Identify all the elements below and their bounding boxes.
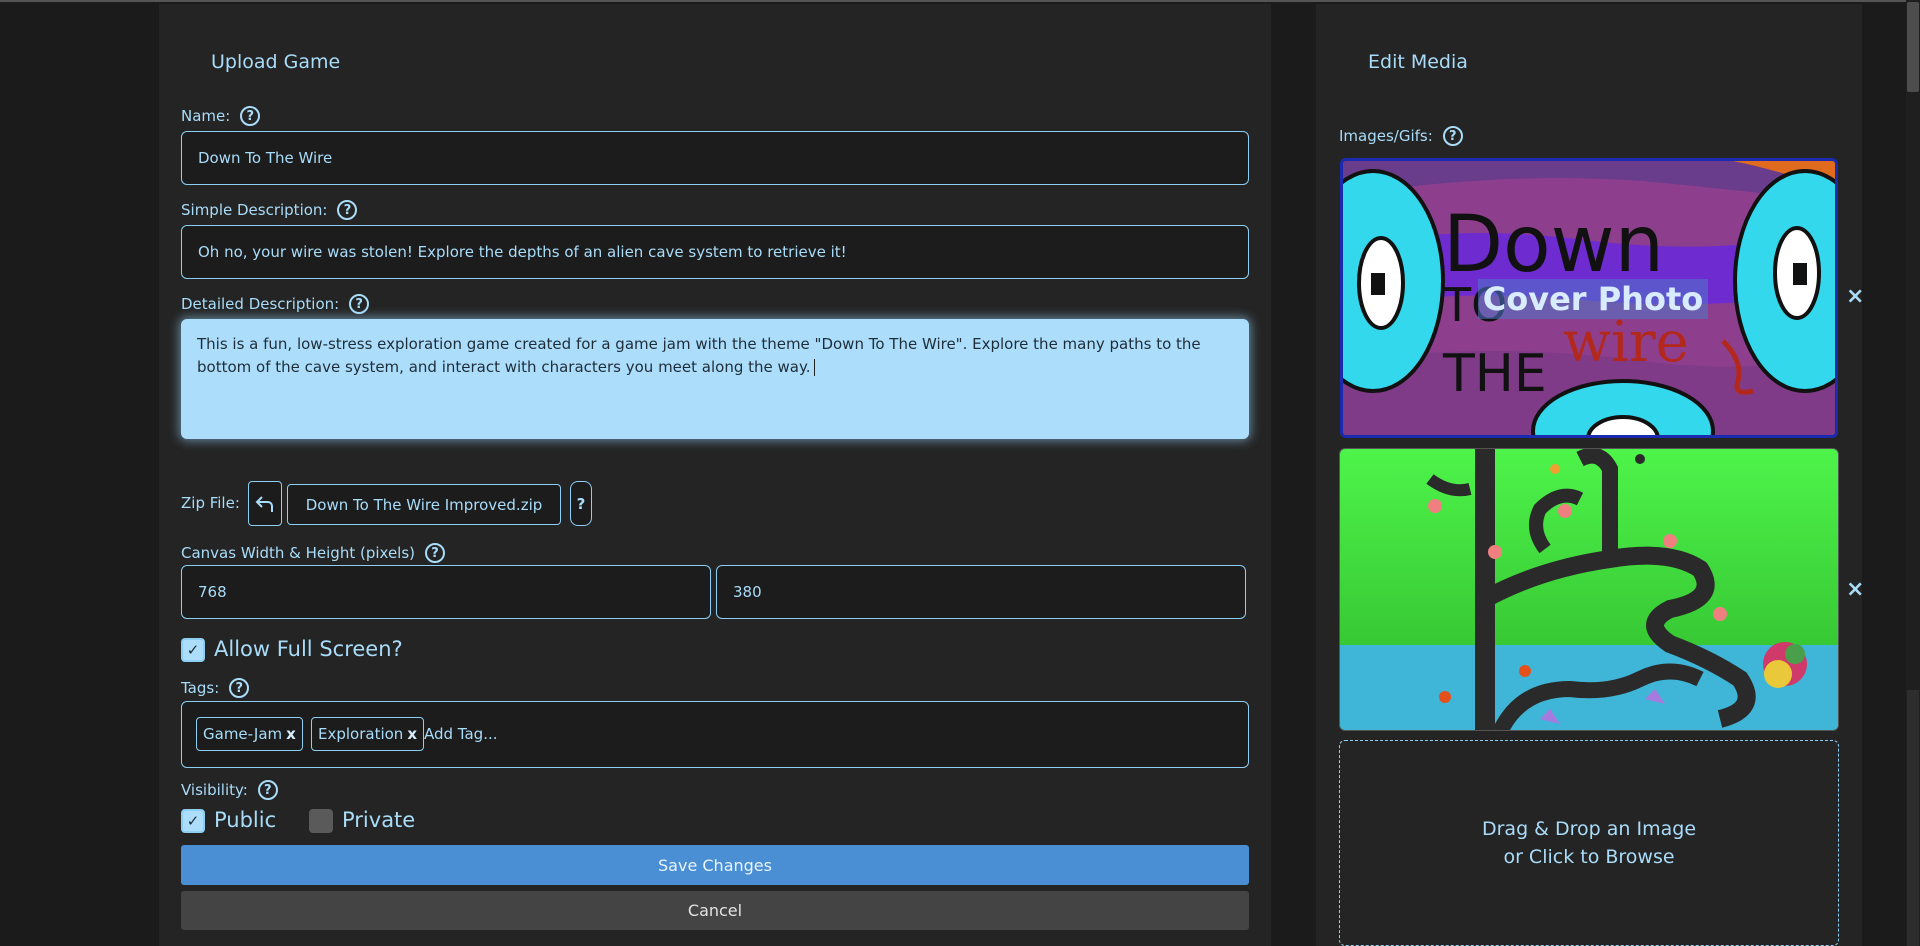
text-caret	[814, 359, 816, 376]
cover-photo-overlay: Cover Photo	[1478, 279, 1708, 319]
detailed-description-label-row: Detailed Description: ?	[181, 294, 370, 314]
gameplay-screenshot-image[interactable]	[1339, 448, 1839, 731]
dropzone-line1: Drag & Drop an Image	[1481, 818, 1697, 840]
tags-help-icon[interactable]: ?	[229, 678, 250, 698]
cover-the-text: THE	[1442, 344, 1547, 404]
simple-description-help-icon[interactable]: ?	[337, 200, 358, 220]
top-border	[0, 0, 1920, 2]
zip-upload-button[interactable]	[248, 481, 282, 526]
visibility-label-row: Visibility: ?	[181, 780, 278, 800]
tags-label: Tags:	[181, 679, 220, 697]
fullscreen-checkbox[interactable]: ✓	[181, 638, 205, 662]
simple-description-label-row: Simple Description: ?	[181, 200, 358, 220]
zip-file-label: Zip File:	[181, 494, 240, 512]
images-label: Images/Gifs:	[1339, 127, 1433, 145]
tag-label: Exploration	[318, 725, 404, 743]
cover-down-text: Down	[1443, 200, 1664, 290]
remove-gameplay-image-icon[interactable]: ×	[1846, 577, 1864, 602]
zip-filename[interactable]: Down To The Wire Improved.zip	[287, 484, 561, 525]
tag-game-jam: Game-Jam x	[196, 717, 303, 751]
tag-exploration: Exploration x	[311, 717, 424, 751]
gameplay-art	[1340, 449, 1838, 730]
tags-label-row: Tags: ?	[181, 678, 250, 698]
scrollbar-thumb[interactable]	[1907, 2, 1919, 92]
zip-help-button[interactable]: ?	[570, 481, 592, 526]
cover-wire-text: wire	[1563, 310, 1689, 375]
canvas-size-label: Canvas Width & Height (pixels)	[181, 544, 416, 562]
tag-label: Game-Jam	[203, 725, 283, 743]
private-label: Private	[342, 808, 416, 832]
canvas-size-label-row: Canvas Width & Height (pixels) ?	[181, 543, 446, 563]
dropzone-line2: or Click to Browse	[1503, 846, 1675, 868]
canvas-width-input[interactable]: 768	[181, 565, 711, 619]
detailed-description-text: This is a fun, low-stress exploration ga…	[197, 335, 1201, 376]
upload-game-title: Upload Game	[211, 51, 341, 73]
cancel-button[interactable]: Cancel	[181, 891, 1249, 930]
detailed-description-textarea[interactable]: This is a fun, low-stress exploration ga…	[181, 319, 1249, 439]
add-tag-input[interactable]: Add Tag...	[424, 725, 498, 743]
remove-cover-image-icon[interactable]: ×	[1846, 284, 1864, 309]
name-label: Name:	[181, 107, 231, 125]
name-input[interactable]: Down To The Wire	[181, 131, 1249, 185]
page-scrollbar[interactable]	[1906, 0, 1920, 946]
simple-description-input[interactable]: Oh no, your wire was stolen! Explore the…	[181, 225, 1249, 279]
cover-photo-image[interactable]: Down TO THE wire Cover Photo	[1340, 158, 1838, 438]
canvas-size-help-icon[interactable]: ?	[425, 543, 446, 563]
public-checkbox[interactable]: ✓	[181, 809, 205, 833]
images-help-icon[interactable]: ?	[1442, 126, 1463, 146]
dropzone-text: Drag & Drop an Image or Click to Browse	[1482, 815, 1696, 871]
images-label-row: Images/Gifs: ?	[1339, 126, 1463, 146]
name-help-icon[interactable]: ?	[240, 106, 261, 126]
public-label: Public	[214, 808, 277, 832]
return-arrow-icon	[255, 495, 273, 512]
visibility-label: Visibility:	[181, 781, 248, 799]
canvas-height-input[interactable]: 380	[716, 565, 1246, 619]
image-dropzone[interactable]: Drag & Drop an Image or Click to Browse	[1339, 740, 1839, 946]
zip-file-label-text: Zip File:	[181, 494, 240, 512]
fullscreen-label: Allow Full Screen?	[214, 637, 403, 661]
tag-remove-icon[interactable]: x	[286, 725, 296, 743]
simple-description-label: Simple Description:	[181, 201, 328, 219]
scrollbar-track-lower	[1907, 690, 1919, 946]
visibility-help-icon[interactable]: ?	[257, 780, 278, 800]
tag-remove-icon[interactable]: x	[407, 725, 417, 743]
name-label-row: Name: ?	[181, 106, 261, 126]
edit-media-title: Edit Media	[1368, 51, 1468, 73]
private-checkbox[interactable]	[309, 809, 333, 833]
detailed-description-help-icon[interactable]: ?	[349, 294, 370, 314]
save-changes-button[interactable]: Save Changes	[181, 845, 1249, 885]
detailed-description-label: Detailed Description:	[181, 295, 340, 313]
